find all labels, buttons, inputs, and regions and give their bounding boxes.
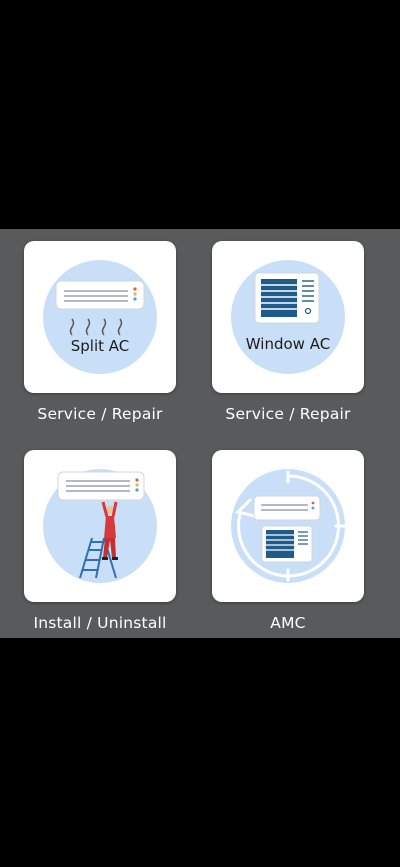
amc-caption[interactable]: AMC: [193, 614, 383, 632]
window-ac-tile[interactable]: Window AC: [212, 241, 364, 393]
install-technician-icon: [43, 469, 157, 583]
split-ac-label: Split AC: [70, 337, 130, 355]
amc-tile[interactable]: [212, 450, 364, 602]
split-ac-caption[interactable]: Service / Repair: [5, 405, 195, 423]
amc-cycle-icon: [231, 469, 348, 583]
split-ac-tile[interactable]: Split AC: [24, 241, 176, 393]
split-ac-icon: [43, 260, 157, 374]
window-ac-icon: [231, 260, 345, 374]
services-panel: Split AC Service / Repair Window AC Serv…: [0, 229, 400, 638]
install-caption[interactable]: Install / Uninstall: [5, 614, 195, 632]
install-tile[interactable]: [24, 450, 176, 602]
window-ac-caption[interactable]: Service / Repair: [193, 405, 383, 423]
window-ac-label: Window AC: [245, 335, 331, 353]
